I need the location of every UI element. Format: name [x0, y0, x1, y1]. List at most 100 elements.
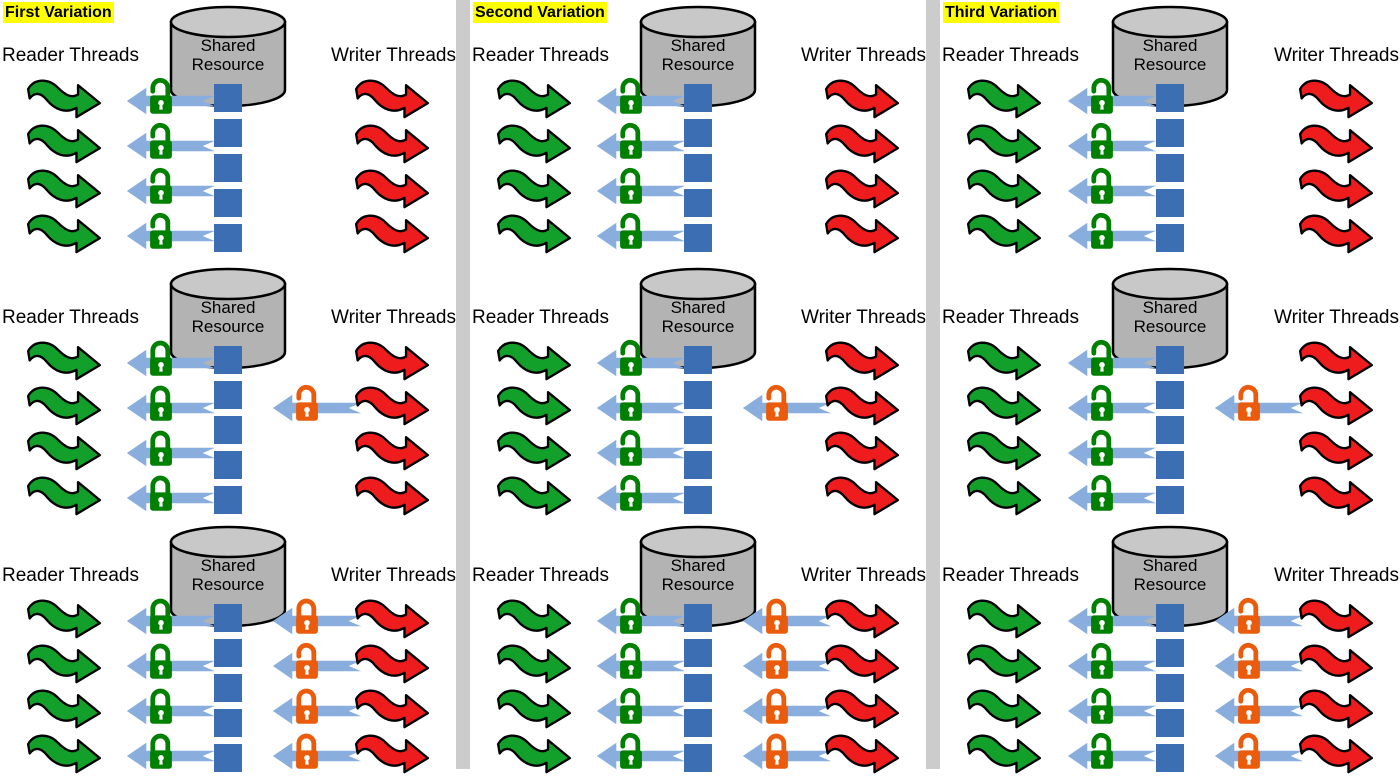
writer-threads-label: Writer Threads — [801, 45, 926, 66]
reader-threads-label: Reader Threads — [2, 45, 139, 66]
shared-resource-label-line1: Shared — [670, 36, 726, 55]
writer-thread-arrow — [353, 124, 431, 166]
reader-thread-arrow — [495, 169, 573, 211]
writer-thread-arrow — [823, 644, 901, 686]
reader-thread-arrow — [495, 124, 573, 166]
reader-thread-arrow — [965, 599, 1043, 641]
reader-threads-label: Reader Threads — [472, 307, 609, 328]
reader-thread-arrow — [25, 431, 103, 473]
reader-thread-arrow — [495, 79, 573, 121]
writer-threads-label: Writer Threads — [1274, 307, 1399, 328]
reader-thread-arrow — [25, 124, 103, 166]
reader-thread-arrow — [25, 169, 103, 211]
diagram-canvas: First Variation Reader Threads Writer Thre… — [0, 0, 1400, 774]
writer-threads-label: Writer Threads — [1274, 45, 1399, 66]
open-padlock-icon — [146, 211, 176, 251]
reader-threads-label: Reader Threads — [472, 565, 609, 586]
closed-padlock-icon — [146, 473, 176, 513]
shared-resource-label-line2: Resource — [191, 317, 265, 336]
reader-thread-arrow — [965, 169, 1043, 211]
closed-padlock-icon — [292, 596, 322, 636]
open-padlock-icon — [1087, 731, 1117, 771]
writer-thread-arrow — [1297, 476, 1375, 518]
reader-threads-label: Reader Threads — [942, 307, 1079, 328]
reader-thread-arrow — [495, 341, 573, 383]
open-padlock-icon — [1087, 166, 1117, 206]
reader-thread-arrow — [495, 431, 573, 473]
shared-resource-label-line1: Shared — [1142, 36, 1198, 55]
open-padlock-icon — [616, 211, 646, 251]
writer-thread-arrow — [353, 431, 431, 473]
writer-thread-arrow — [1297, 124, 1375, 166]
reader-thread-arrow — [965, 79, 1043, 121]
closed-padlock-icon — [146, 641, 176, 681]
variation-row-v2-r2: Reader Threads Writer Threads Shared Resour… — [470, 262, 926, 516]
variation-panel-first: First Variation Reader Threads Writer Thre… — [0, 0, 456, 774]
open-padlock-icon — [1087, 121, 1117, 161]
reader-thread-arrow — [25, 214, 103, 256]
reader-thread-arrow — [965, 214, 1043, 256]
variation-panel-second: Second Variation Reader Threads Writer Thr… — [470, 0, 926, 774]
writer-thread-arrow — [353, 79, 431, 121]
reader-thread-arrow — [495, 386, 573, 428]
closed-padlock-icon — [146, 596, 176, 636]
open-padlock-icon — [1087, 596, 1117, 636]
open-padlock-icon — [146, 76, 176, 116]
reader-thread-arrow — [25, 386, 103, 428]
variation-row-v1-r2: Reader Threads Writer Threads Shared Resour… — [0, 262, 456, 516]
writer-thread-arrow — [1297, 386, 1375, 428]
writer-thread-arrow — [823, 341, 901, 383]
reader-thread-arrow — [965, 476, 1043, 518]
open-padlock-icon — [1234, 731, 1264, 771]
open-padlock-icon — [616, 641, 646, 681]
writer-thread-arrow — [823, 734, 901, 776]
open-padlock-icon — [292, 383, 322, 423]
reader-thread-arrow — [965, 689, 1043, 731]
open-padlock-icon — [762, 641, 792, 681]
reader-threads-label: Reader Threads — [2, 307, 139, 328]
writer-thread-arrow — [353, 476, 431, 518]
closed-padlock-icon — [146, 338, 176, 378]
variation-row-v3-r3: Reader Threads Writer Threads Shared Resour… — [940, 520, 1400, 774]
writer-thread-arrow — [823, 689, 901, 731]
writer-thread-arrow — [823, 79, 901, 121]
reader-thread-arrow — [25, 341, 103, 383]
shared-resource-label-line2: Resource — [191, 575, 265, 594]
open-padlock-icon — [1087, 686, 1117, 726]
open-padlock-icon — [1087, 473, 1117, 513]
shared-resource-label-line2: Resource — [1133, 317, 1207, 336]
writer-threads-label: Writer Threads — [331, 307, 456, 328]
open-padlock-icon — [1087, 383, 1117, 423]
open-padlock-icon — [616, 338, 646, 378]
open-padlock-icon — [762, 383, 792, 423]
reader-thread-arrow — [965, 644, 1043, 686]
shared-resource-label-line2: Resource — [191, 55, 265, 74]
closed-padlock-icon — [762, 686, 792, 726]
reader-thread-arrow — [25, 476, 103, 518]
open-padlock-icon — [1087, 428, 1117, 468]
variation-row-v2-r3: Reader Threads Writer Threads Shared Resour… — [470, 520, 926, 774]
open-padlock-icon — [146, 166, 176, 206]
reader-thread-arrow — [495, 689, 573, 731]
writer-thread-arrow — [1297, 644, 1375, 686]
closed-padlock-icon — [762, 596, 792, 636]
open-padlock-icon — [1087, 338, 1117, 378]
open-padlock-icon — [616, 473, 646, 513]
open-padlock-icon — [616, 383, 646, 423]
reader-threads-label: Reader Threads — [2, 565, 139, 586]
writer-thread-arrow — [353, 734, 431, 776]
shared-resource-label-line1: Shared — [670, 298, 726, 317]
variation-panel-third: Third Variation Reader Threads Writer Thre… — [940, 0, 1400, 774]
writer-thread-arrow — [1297, 79, 1375, 121]
open-padlock-icon — [1087, 641, 1117, 681]
open-padlock-icon — [1234, 383, 1264, 423]
open-padlock-icon — [1087, 76, 1117, 116]
reader-thread-arrow — [495, 599, 573, 641]
open-padlock-icon — [616, 166, 646, 206]
reader-thread-arrow — [965, 386, 1043, 428]
shared-resource-label-line2: Resource — [1133, 575, 1207, 594]
reader-thread-arrow — [495, 734, 573, 776]
writer-thread-arrow — [353, 689, 431, 731]
reader-thread-arrow — [25, 599, 103, 641]
variation-row-v1-r1: Reader Threads Writer Threads Shared Resour… — [0, 0, 456, 254]
